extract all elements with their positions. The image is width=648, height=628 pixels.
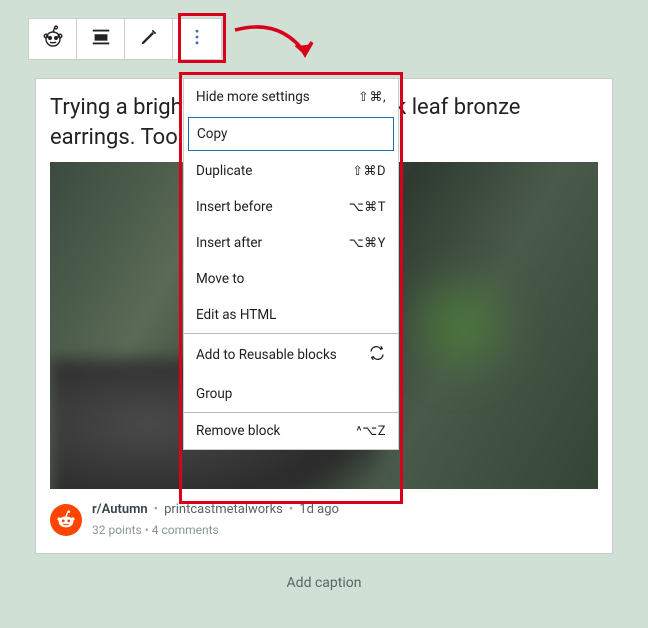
menu-item-label: Group (196, 386, 232, 402)
menu-insert-before[interactable]: Insert before ⌥⌘T (184, 189, 398, 225)
menu-add-reusable[interactable]: Add to Reusable blocks (184, 334, 398, 376)
menu-item-label: Move to (196, 271, 244, 287)
post-comments[interactable]: 4 comments (152, 523, 219, 537)
menu-remove-block[interactable]: Remove block ^⌥Z (184, 413, 398, 449)
menu-duplicate[interactable]: Duplicate ⇧⌘D (184, 153, 398, 189)
pencil-icon (139, 27, 159, 51)
menu-move-to[interactable]: Move to (184, 261, 398, 297)
reusable-icon (368, 344, 386, 366)
menu-item-shortcut: ⌥⌘T (349, 200, 386, 215)
menu-item-shortcut: ⇧⌘D (352, 164, 386, 179)
align-center-icon (90, 26, 112, 52)
menu-group[interactable]: Group (184, 376, 398, 412)
menu-copy[interactable]: Copy (188, 117, 394, 151)
align-button[interactable] (77, 19, 125, 59)
reddit-icon (41, 25, 65, 53)
menu-item-label: Duplicate (196, 163, 252, 179)
menu-item-label: Copy (197, 126, 227, 142)
menu-item-label: Remove block (196, 423, 280, 439)
menu-item-shortcut: ⇧⌘, (358, 90, 386, 105)
menu-edit-as-html[interactable]: Edit as HTML (184, 297, 398, 333)
annotation-arrow (230, 18, 320, 73)
caption-input[interactable]: Add caption (0, 575, 648, 591)
menu-item-shortcut: ⌥⌘Y (349, 236, 386, 251)
menu-item-label: Hide more settings (196, 89, 310, 105)
edit-button[interactable] (125, 19, 173, 59)
block-toolbar (28, 18, 222, 60)
post-points: 32 points (92, 523, 142, 537)
menu-hide-more-settings[interactable]: Hide more settings ⇧⌘, (184, 79, 398, 115)
menu-insert-after[interactable]: Insert after ⌥⌘Y (184, 225, 398, 261)
reddit-block-button[interactable] (29, 19, 77, 59)
reddit-avatar-icon (50, 504, 82, 536)
post-meta: r/Autumn • printcastmetalworks • 1d ago … (50, 501, 598, 538)
meta-separator: • (289, 501, 293, 519)
menu-item-label: Add to Reusable blocks (196, 347, 337, 363)
more-options-button[interactable] (173, 19, 221, 59)
block-options-menu: Hide more settings ⇧⌘, Copy Duplicate ⇧⌘… (183, 78, 399, 450)
menu-item-label: Insert after (196, 235, 262, 251)
menu-item-label: Insert before (196, 199, 273, 215)
post-age: 1d ago (299, 501, 339, 519)
subreddit-link[interactable]: r/Autumn (92, 501, 148, 519)
meta-separator: • (154, 501, 158, 519)
meta-separator: • (145, 523, 152, 537)
post-author[interactable]: printcastmetalworks (164, 501, 283, 519)
menu-item-label: Edit as HTML (196, 307, 276, 323)
more-vertical-icon (187, 27, 207, 51)
menu-item-shortcut: ^⌥Z (356, 424, 386, 439)
